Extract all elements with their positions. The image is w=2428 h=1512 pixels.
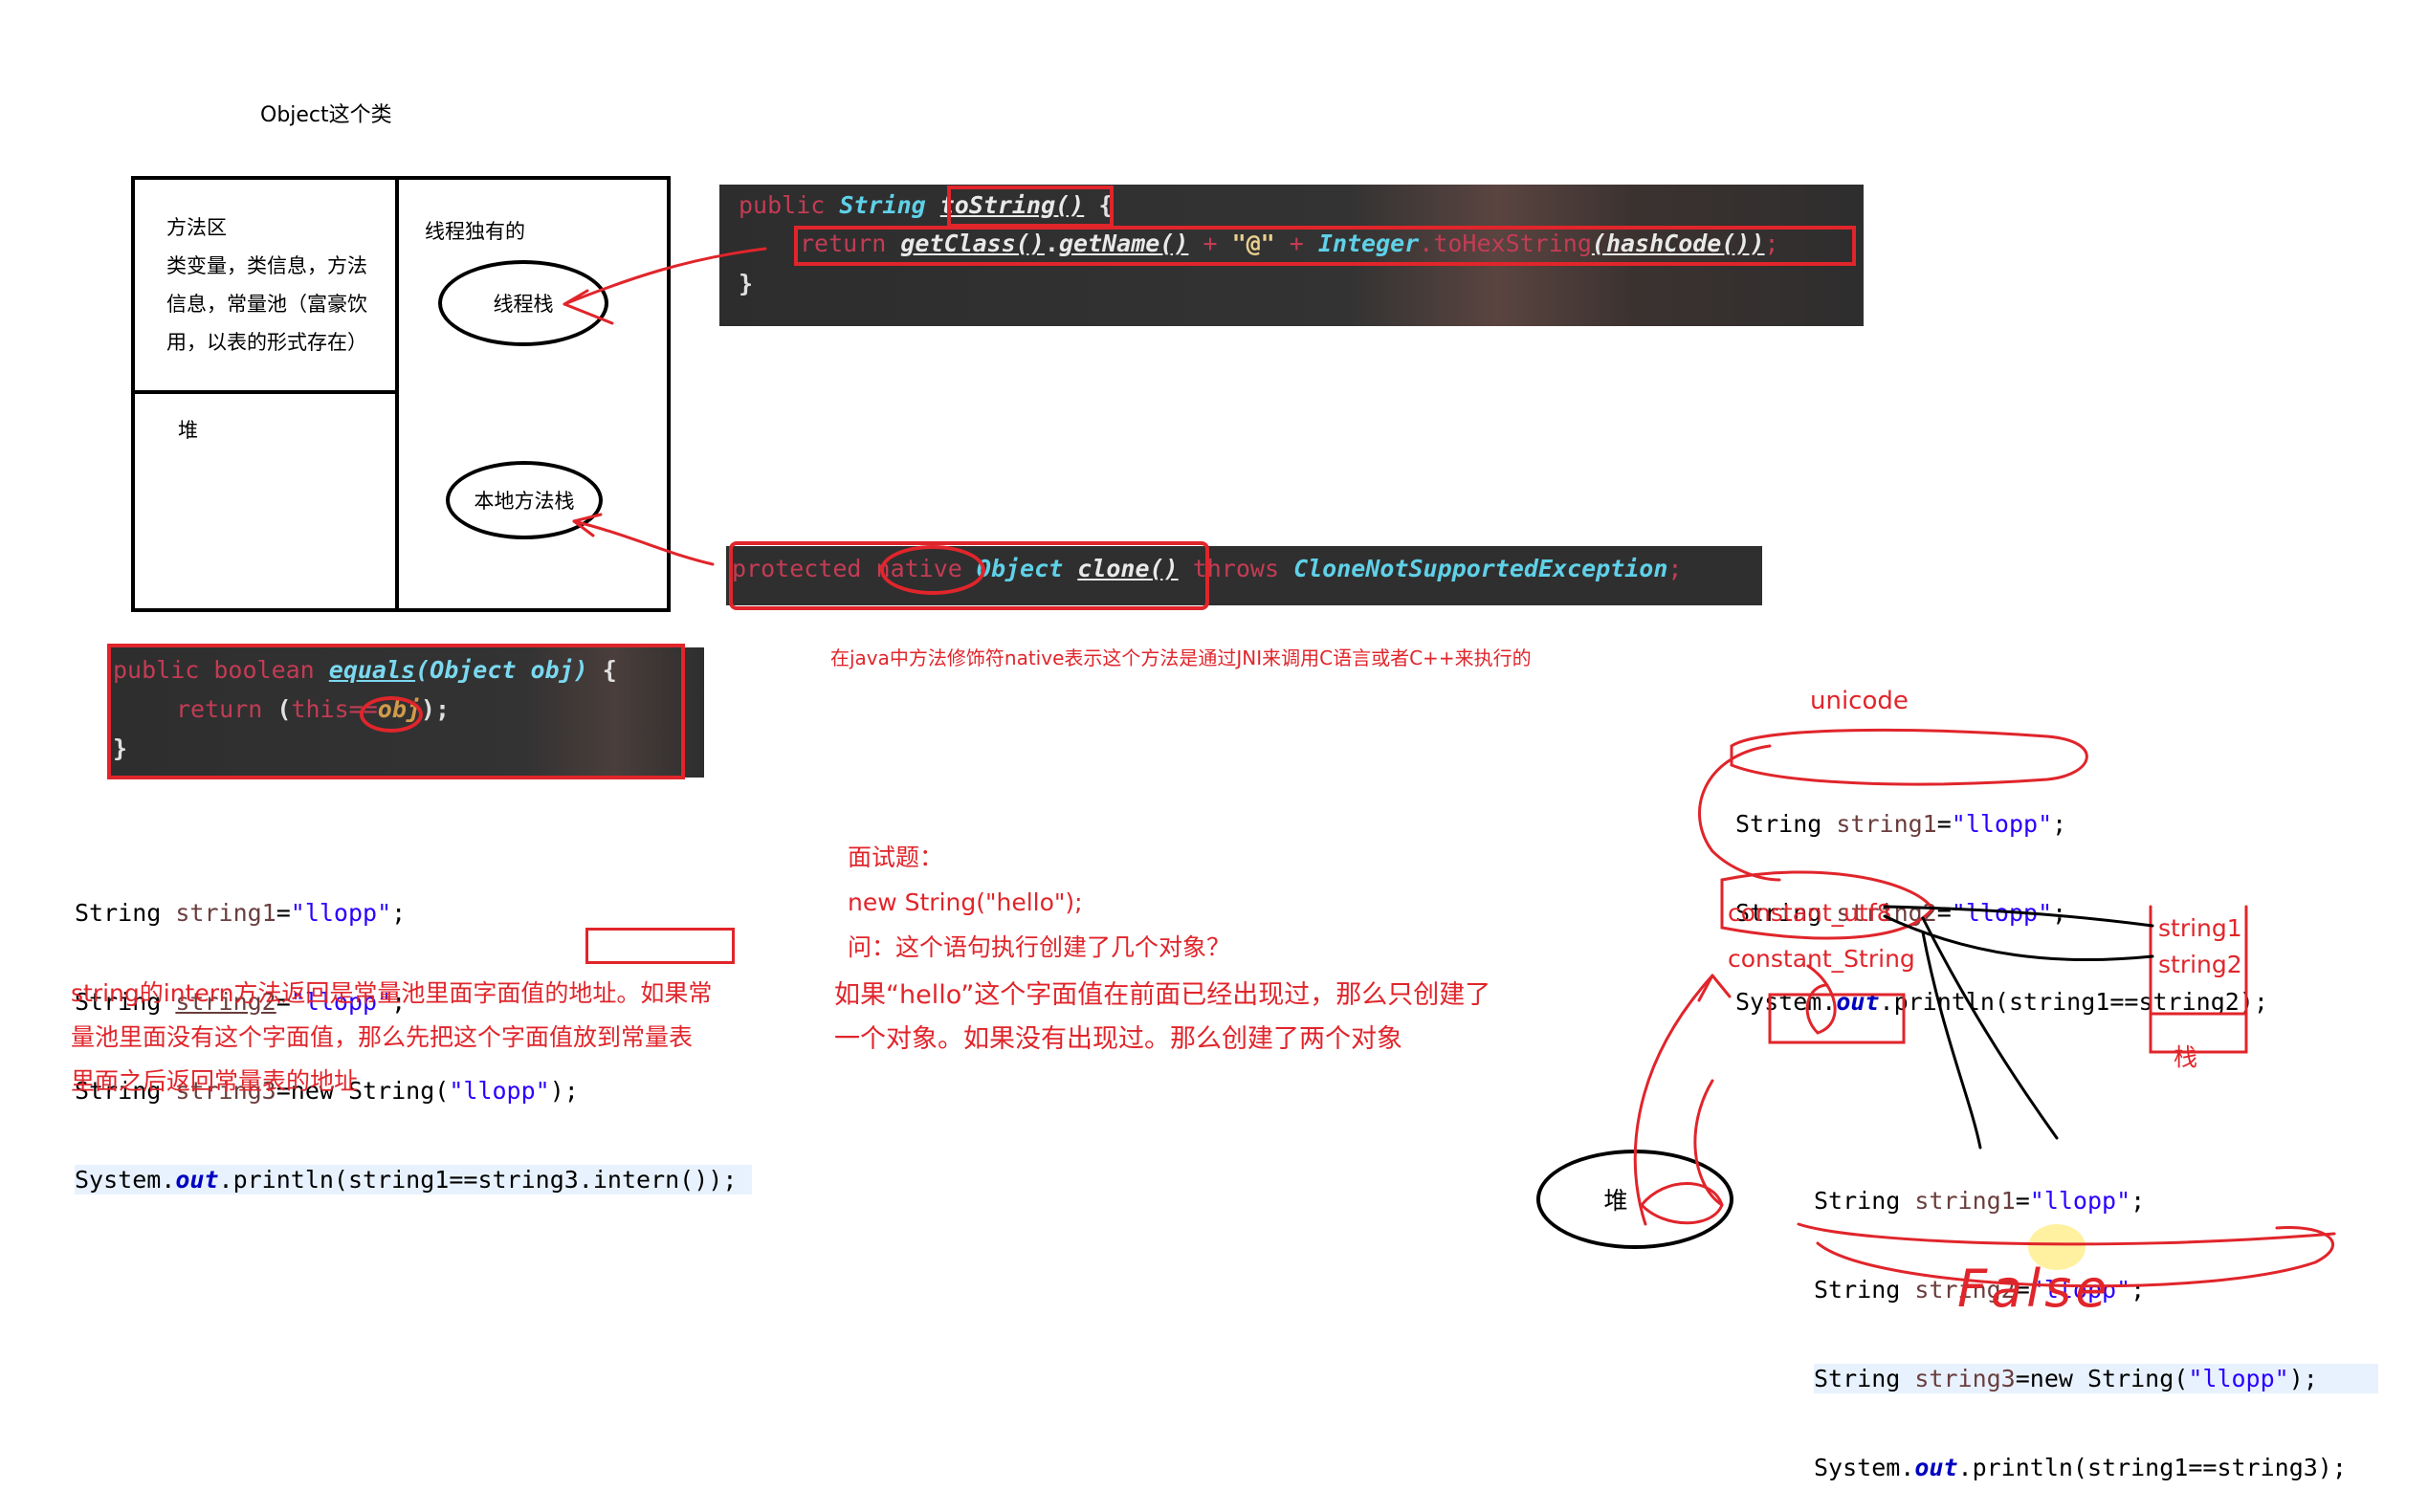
annotation-strokes	[563, 247, 2336, 1288]
stack-frame-box	[2149, 905, 2248, 1054]
result-underline	[1797, 1222, 2336, 1246]
arrow-to-thread-stack	[563, 247, 767, 306]
arrow-to-native-stack	[572, 519, 715, 566]
unicode-scribble	[1730, 728, 2088, 786]
constant-string-box	[1768, 993, 1906, 1044]
code-line: String string3=new String("llopp");	[1814, 1364, 2378, 1393]
code-line: System.out.println(string1==string3);	[1814, 1454, 2347, 1481]
